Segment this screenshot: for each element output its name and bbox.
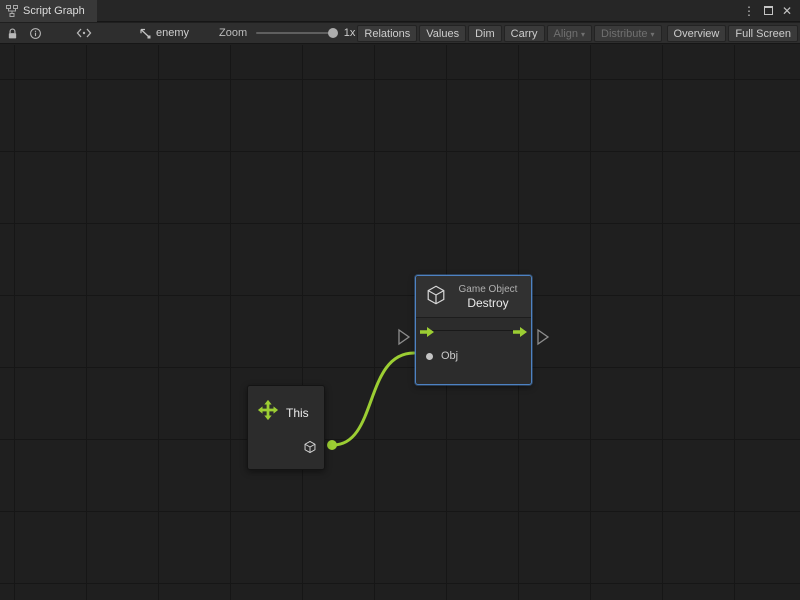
node-destroy[interactable]: Game Object Destroy Obj (415, 275, 532, 385)
maximize-icon[interactable] (764, 6, 773, 15)
align-button: Align▾ (547, 25, 592, 42)
divider (432, 330, 515, 331)
control-in-port-triangle[interactable] (399, 330, 409, 344)
window-titlebar: Script Graph ⋮ ✕ (0, 0, 800, 22)
zoom-slider-handle[interactable] (328, 28, 338, 38)
dim-button[interactable]: Dim (468, 25, 502, 42)
close-icon[interactable]: ✕ (782, 0, 792, 22)
zoom-slider[interactable] (256, 32, 335, 34)
relations-button[interactable]: Relations (357, 25, 417, 42)
tab-script-graph[interactable]: Script Graph (0, 0, 97, 22)
graph-toolbar: enemy Zoom 1x Relations Values Dim Carry… (0, 23, 800, 44)
control-ports-row (416, 318, 531, 344)
breadcrumb-graph-name[interactable]: enemy (156, 27, 189, 39)
this-output-port[interactable] (327, 440, 337, 450)
carry-button[interactable]: Carry (504, 25, 545, 42)
zoom-value: 1x (344, 27, 356, 39)
this-node-title: This (286, 406, 309, 420)
node-this[interactable]: This (247, 385, 325, 470)
script-graph-icon (6, 5, 18, 17)
chevron-down-icon: ▾ (651, 30, 655, 39)
control-input-arrow-icon[interactable] (419, 325, 435, 343)
graph-canvas[interactable]: Game Object Destroy Obj (0, 45, 800, 600)
zoom-label: Zoom (219, 27, 247, 39)
cube-icon-small (303, 440, 317, 459)
graph-reference-icon (138, 27, 151, 39)
destroy-node-header: Game Object Destroy (416, 276, 531, 318)
chevron-down-icon: ▾ (581, 30, 585, 39)
fullscreen-button[interactable]: Full Screen (728, 25, 798, 42)
node-title: Destroy (454, 296, 522, 311)
cube-icon (425, 284, 447, 311)
distribute-button: Distribute▾ (594, 25, 661, 42)
obj-port-label: Obj (441, 350, 458, 362)
info-icon[interactable] (29, 27, 42, 40)
window-menu-icon[interactable]: ⋮ (743, 0, 755, 22)
node-category: Game Object (454, 283, 522, 296)
move-arrows-icon (257, 399, 279, 426)
obj-input-port[interactable] (426, 353, 433, 360)
values-button[interactable]: Values (419, 25, 466, 42)
tab-title: Script Graph (23, 5, 85, 17)
connections-overlay (0, 45, 800, 600)
control-output-arrow-icon[interactable] (512, 325, 528, 343)
code-view-icon[interactable] (76, 27, 92, 39)
lock-icon[interactable] (6, 27, 19, 40)
control-out-port-triangle[interactable] (538, 330, 548, 344)
wire-this-to-obj (333, 353, 414, 445)
overview-button[interactable]: Overview (667, 25, 727, 42)
